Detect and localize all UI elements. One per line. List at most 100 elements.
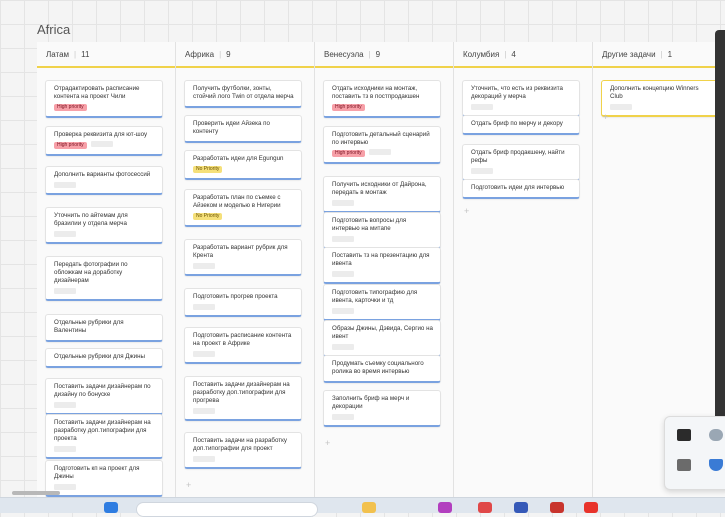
card-title: Дополнить варианты фотосессий [54,171,151,178]
meta-placeholder [54,446,76,452]
priority-badge: No Priority [193,166,223,173]
task-card[interactable]: Уточнить, что есть из реквизита декораци… [462,80,580,117]
task-card[interactable]: Разработать идеи для Egungun No Priority [184,150,302,180]
column-header[interactable]: Венесуэла | 9 [315,42,453,68]
task-card[interactable]: Дополнить концепцию Winners Club [601,80,719,117]
task-card[interactable]: Отдать исходники на монтаж, поставить тз… [323,80,441,118]
horizontal-scrollbar[interactable] [12,491,60,495]
meta-placeholder [332,200,354,206]
task-card[interactable]: Подготовить типографию для ивента, карто… [323,284,441,321]
add-card-button[interactable]: + [325,438,330,448]
app-icon[interactable] [514,502,528,513]
header-divider: | [368,49,371,59]
app-icon[interactable] [584,502,598,513]
card-title: Отдать исходники на монтаж, поставить тз… [332,85,420,100]
card-title: Поставить задачи дизайнерам на разработк… [193,381,290,404]
card-title: Дополнить концепцию Winners Club [610,85,699,100]
task-card[interactable]: Отдать бриф продакшену, найти рефы [462,144,580,181]
priority-badge: High priority [54,104,87,111]
task-card[interactable]: Продумать съемку социального ролика во в… [323,355,441,383]
task-card[interactable]: Отдельные рубрики для Валентины [45,314,163,342]
card-title: Отдельные рубрики для Джины [54,353,145,360]
task-card[interactable]: Поставить задачи на разработку доп.типог… [184,432,302,469]
app-icon[interactable] [438,502,452,513]
card-title: Образы Джины, Дэвида, Сергио на ивент [332,325,433,340]
task-card[interactable]: Уточнить по айтемам для бразилии у отдел… [45,207,163,244]
column-header[interactable]: Африка | 9 [176,42,314,68]
card-title: Подготовить расписание контента на проек… [193,332,292,347]
priority-badge: High priority [332,150,365,157]
card-title: Подготовить прогрев проекта [193,293,278,300]
add-card-button[interactable]: + [186,480,191,490]
add-card-button[interactable]: + [464,206,469,216]
app-icon[interactable] [677,459,691,471]
priority-badge: No Priority [193,213,223,220]
column-header[interactable]: Другие задачи | 1 [593,42,725,68]
app-icon[interactable] [478,502,492,513]
meta-placeholder [54,288,76,294]
task-card[interactable]: Проверка реквизита для ют-шоу High prior… [45,126,163,156]
column-count: 11 [81,49,90,59]
card-title: Уточнить по айтемам для бразилии у отдел… [54,212,128,227]
folder-icon[interactable] [362,502,376,513]
task-card[interactable]: Поставить задачи дизайнерам на разработк… [45,414,163,459]
meta-placeholder [332,271,354,277]
task-card[interactable]: Поставить тз на презентацию для ивента [323,247,441,284]
nvidia-icon[interactable] [677,429,691,441]
task-card[interactable]: Отдать бриф по мерчу и декору [462,115,580,135]
start-icon[interactable] [104,502,118,513]
task-card[interactable]: Подготовить вопросы для интервью на мита… [323,212,441,249]
card-title: Передать фотографии по обложкам на дораб… [54,261,128,284]
card-title: Получить исходники от Дайрона, передать … [332,181,427,196]
column-africa: Африка | 9 Получить футболки, зонты, сто… [176,42,315,497]
card-title: Отдать бриф продакшену, найти рефы [471,149,565,164]
priority-badge: High priority [332,104,365,111]
board-title: Africa [37,22,71,37]
task-card[interactable]: Подготовить расписание контента на проек… [184,327,302,364]
app-icon[interactable] [550,502,564,513]
meta-placeholder [90,141,113,148]
task-card[interactable]: Подготовить детальный сценарий по интерв… [323,126,441,164]
sync-icon[interactable] [709,429,723,441]
card-title: Разработать идеи для Egungun [193,155,284,162]
meta-placeholder [332,236,354,242]
task-card[interactable]: Получить футболки, зонты, стойчий лого T… [184,80,302,108]
card-title: Подготовить вопросы для интервью на мита… [332,217,407,232]
task-card[interactable]: Проверить идеи Айзека по контенту [184,115,302,143]
card-title: Подготовить идеи для интервью [471,184,565,191]
task-card[interactable]: Поставить задачи дизайнерам по дизайну п… [45,378,163,415]
taskbar [0,497,725,517]
task-card[interactable]: Подготовить кп на проект для Джины [45,460,163,497]
task-card[interactable]: Разработать вариант рубрик для Крента [184,239,302,276]
task-card[interactable]: Дополнить варианты фотосессий [45,166,163,195]
task-card[interactable]: Разработать план по съемке с Айзеком и м… [184,189,302,227]
meta-placeholder [54,484,76,490]
taskbar-search[interactable] [136,502,318,517]
column-header[interactable]: Колумбия | 4 [454,42,592,68]
task-card[interactable]: Образы Джины, Дэвида, Сергио на ивент [323,320,441,357]
card-title: Заполнить бриф на мерч и декорации [332,395,410,410]
task-card[interactable]: Поставить задачи дизайнерам на разработк… [184,376,302,421]
task-card[interactable]: Заполнить бриф на мерч и декорации [323,390,441,427]
card-title: Продумать съемку социального ролика во в… [332,360,424,375]
header-divider: | [504,49,507,59]
task-card[interactable]: Получить исходники от Дайрона, передать … [323,176,441,213]
task-card[interactable]: Отдельные рубрики для Джины [45,348,163,368]
task-card[interactable]: Отрадактировать расписание контента на п… [45,80,163,118]
security-shield-icon[interactable] [709,459,723,471]
column-colombia: Колумбия | 4 Уточнить, что есть из рекви… [454,42,593,497]
card-title: Проверить идеи Айзека по контенту [193,120,270,135]
add-card-button[interactable]: + [603,112,608,122]
meta-placeholder [332,344,354,350]
column-count: 9 [375,49,381,59]
card-title: Разработать вариант рубрик для Крента [193,244,288,259]
header-divider: | [660,49,663,59]
meta-placeholder [193,263,215,269]
task-card[interactable]: Подготовить идеи для интервью [462,179,580,199]
meta-placeholder [368,149,391,156]
card-title: Подготовить кп на проект для Джины [54,465,140,480]
task-card[interactable]: Подготовить прогрев проекта [184,288,302,317]
meta-placeholder [193,456,215,462]
column-header[interactable]: Латам | 11 [37,42,175,68]
task-card[interactable]: Передать фотографии по обложкам на дораб… [45,256,163,301]
